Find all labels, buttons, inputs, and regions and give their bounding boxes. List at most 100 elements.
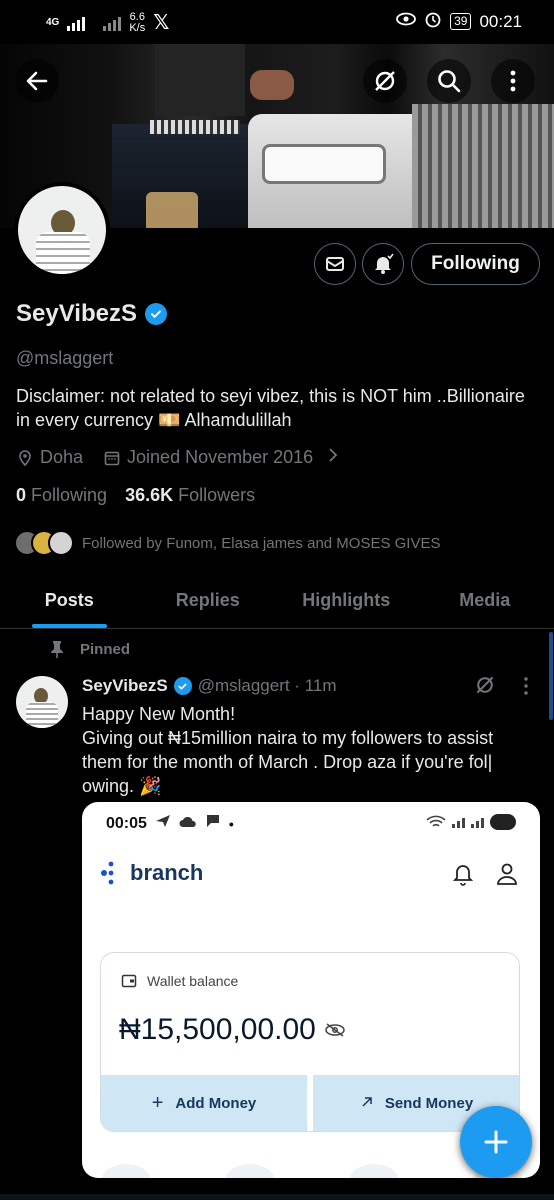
embed-quick-actions (102, 1164, 522, 1178)
grok-icon (375, 71, 395, 91)
search-button[interactable] (427, 59, 471, 103)
branch-logo-icon (101, 861, 114, 885)
compose-post-button[interactable] (460, 1106, 532, 1178)
chevron-right-icon[interactable] (327, 447, 339, 468)
arrow-up-right-icon (361, 1095, 373, 1112)
embed-header-icons (452, 862, 518, 886)
quick-action-circle (226, 1164, 274, 1178)
scrollbar[interactable] (549, 632, 553, 720)
notifications-button[interactable] (362, 243, 404, 285)
embed-status-bar: 00:05 • (106, 814, 234, 833)
grok-button[interactable] (363, 59, 407, 103)
calendar-icon (104, 451, 120, 465)
add-money-button[interactable]: + Add Money (101, 1075, 307, 1131)
verified-badge-icon[interactable] (144, 303, 167, 325)
wallet-icon (121, 974, 137, 988)
back-button[interactable] (15, 59, 59, 103)
mini-avatar (48, 530, 74, 556)
wallet-card: Wallet balance ₦15,500,00.00 + Add Money… (100, 952, 520, 1132)
profile-stats: 0 Following 36.6K Followers (16, 485, 255, 506)
signal-strength-icon (67, 15, 86, 31)
followed-avatars (14, 530, 74, 556)
wallet-amount: ₦15,500,00.00 (119, 1013, 316, 1046)
grok-icon (476, 676, 494, 694)
chat-bubble-icon (205, 814, 221, 833)
dot-icon: • (228, 815, 234, 832)
embed-time: 00:05 (106, 814, 147, 832)
embed-status-right (426, 814, 516, 830)
following-button[interactable]: Following (411, 243, 540, 285)
post-text: Happy New Month! Giving out ₦15million n… (82, 704, 494, 796)
banner-headlamp (262, 144, 386, 184)
followed-by-row[interactable]: Followed by Funom, Elasa james and MOSES… (14, 530, 440, 556)
status-bar: 4G 6.6 K/s 𝕏 39 00:21 (0, 0, 554, 44)
following-stat[interactable]: 0 Following (16, 485, 107, 506)
wifi-icon (426, 815, 446, 827)
bell-check-icon (375, 253, 394, 274)
eye-comfort-icon (396, 11, 416, 32)
post-more-button[interactable] (518, 676, 534, 701)
quick-action-circle (102, 1164, 150, 1178)
profile-name-row: SeyVibezS (16, 300, 167, 328)
message-button[interactable] (314, 243, 356, 285)
post-author-name[interactable]: SeyVibezS (82, 676, 168, 696)
followers-stat[interactable]: 36.6K Followers (125, 485, 255, 506)
network-type: 4G (46, 17, 60, 28)
cloud-icon (179, 815, 197, 833)
network-speed-unit: K/s (129, 21, 146, 34)
search-icon (438, 70, 461, 93)
plus-icon (484, 1130, 508, 1154)
arrow-left-icon (26, 71, 48, 91)
tab-media[interactable]: Media (416, 572, 554, 628)
banner-hand (250, 70, 294, 100)
branch-logo: branch (100, 860, 203, 886)
pinned-label: Pinned (80, 640, 131, 658)
branch-brand: branch (130, 860, 204, 885)
signal-strength-icon (452, 816, 465, 828)
plus-icon: + (151, 1091, 164, 1114)
banner-chain (146, 192, 198, 228)
pin-icon (51, 641, 63, 658)
status-right: 39 00:21 (396, 10, 522, 33)
more-button[interactable] (491, 59, 535, 103)
profile-joined: Joined November 2016 (127, 447, 314, 467)
battery-icon (490, 814, 516, 830)
quick-action-circle (350, 1164, 398, 1178)
following-count: 0 (16, 485, 27, 505)
signal-strength-secondary-icon (471, 816, 484, 828)
banner-belt (150, 120, 240, 134)
tab-highlights[interactable]: Highlights (277, 572, 416, 628)
add-money-label: Add Money (175, 1094, 257, 1112)
network-speed: 6.6 K/s (129, 11, 146, 34)
more-vertical-icon (524, 677, 528, 695)
location-pin-icon (19, 449, 31, 466)
post-grok-button[interactable] (474, 674, 496, 701)
profile-meta: Doha Joined November 2016 (16, 447, 339, 468)
profile-tabs: Posts Replies Highlights Media (0, 572, 554, 629)
clock: 00:21 (479, 11, 522, 31)
next-post-divider (0, 1194, 554, 1200)
banner-grille (412, 104, 554, 228)
followers-stat-label: Followers (178, 485, 256, 505)
bell-icon (452, 865, 474, 886)
profile-location: Doha (40, 447, 84, 467)
post-avatar[interactable] (16, 676, 68, 728)
verified-badge-icon (173, 677, 192, 695)
status-left: 4G 6.6 K/s 𝕏 (46, 10, 169, 35)
tab-replies[interactable]: Replies (139, 572, 278, 628)
post-handle-time: @mslaggert · 11m (197, 676, 337, 695)
tab-posts[interactable]: Posts (0, 572, 139, 628)
x-logo-icon: 𝕏 (153, 12, 170, 34)
wallet-amount-row: ₦15,500,00.00 (119, 1013, 346, 1047)
wallet-label-row: Wallet balance (121, 973, 238, 989)
wallet-label: Wallet balance (147, 973, 239, 989)
pinned-indicator: Pinned (50, 640, 130, 658)
following-stat-label: Following (31, 485, 108, 505)
profile-name: SeyVibezS (16, 300, 137, 327)
profile-avatar[interactable] (14, 182, 110, 278)
alarm-icon (424, 10, 442, 33)
profile-bio: Disclaimer: not related to seyi vibez, t… (16, 386, 525, 430)
more-vertical-icon (510, 70, 516, 92)
banner-shirt (155, 44, 245, 116)
avatar-body (36, 232, 90, 274)
